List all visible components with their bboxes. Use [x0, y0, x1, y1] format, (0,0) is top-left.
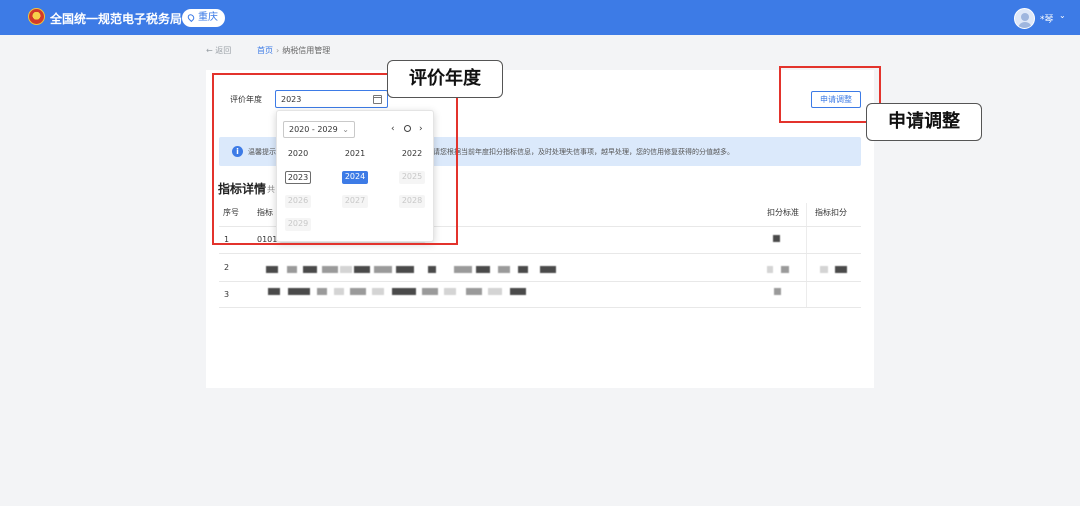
redacted-text — [781, 266, 789, 273]
redacted-text — [334, 288, 344, 295]
redacted-text — [498, 266, 510, 273]
tax-emblem-icon[interactable] — [28, 8, 45, 25]
user-name[interactable]: *琴 — [1040, 12, 1054, 25]
redacted-text — [287, 266, 297, 273]
top-bar: 全国统一规范电子税务局 重庆 *琴 ⌄ — [0, 0, 1080, 35]
redacted-text — [444, 288, 456, 295]
breadcrumb-home[interactable]: 首页 — [257, 46, 273, 55]
redacted-text — [540, 266, 556, 273]
redacted-text — [488, 288, 502, 295]
redacted-text — [317, 288, 327, 295]
redacted-text — [392, 288, 416, 295]
app-title[interactable]: 全国统一规范电子税务局 — [50, 10, 182, 27]
redacted-text — [835, 266, 847, 273]
year-callout: 评价年度 — [387, 60, 503, 98]
redacted-text — [774, 288, 781, 295]
user-avatar[interactable] — [1014, 8, 1035, 29]
redacted-text — [288, 288, 310, 295]
redacted-text — [354, 266, 370, 273]
redacted-text — [820, 266, 828, 273]
notice-text: 请您根据当前年度扣分指标信息，及时处理失信事项，越早处理，您的信用修复获得的分值… — [433, 148, 734, 156]
region-selector[interactable]: 重庆 — [182, 9, 225, 27]
region-label: 重庆 — [198, 12, 218, 23]
redacted-text — [372, 288, 384, 295]
breadcrumb: 首页 › 纳税信用管理 — [257, 45, 330, 56]
redacted-text — [773, 235, 780, 242]
redacted-text — [268, 288, 280, 295]
redacted-text — [322, 266, 338, 273]
redacted-text — [454, 266, 472, 273]
row-index: 2 — [224, 263, 230, 272]
redacted-text — [518, 266, 528, 273]
table-divider — [219, 253, 861, 254]
table-divider — [219, 307, 861, 308]
column-header-standard: 扣分标准 — [767, 208, 799, 217]
apply-callout: 申请调整 — [866, 103, 982, 141]
redacted-text — [303, 266, 317, 273]
row-index: 3 — [224, 290, 230, 299]
year-highlight-box — [212, 73, 458, 245]
redacted-text — [374, 266, 392, 273]
table-divider — [219, 281, 861, 282]
column-header-score: 指标扣分 — [815, 208, 847, 217]
location-pin-icon — [186, 12, 196, 23]
breadcrumb-current: 纳税信用管理 — [282, 46, 331, 55]
redacted-text — [396, 266, 414, 273]
column-divider — [806, 203, 807, 307]
chevron-down-icon[interactable]: ⌄ — [1059, 11, 1066, 20]
redacted-text — [340, 266, 352, 273]
redacted-text — [476, 266, 490, 273]
redacted-text — [466, 288, 482, 295]
redacted-text — [350, 288, 366, 295]
back-link[interactable]: ← 返回 — [206, 45, 231, 56]
breadcrumb-separator: › — [276, 46, 280, 55]
redacted-text — [266, 266, 278, 273]
redacted-text — [767, 266, 773, 273]
redacted-text — [422, 288, 438, 295]
redacted-text — [510, 288, 526, 295]
redacted-text — [428, 266, 436, 273]
